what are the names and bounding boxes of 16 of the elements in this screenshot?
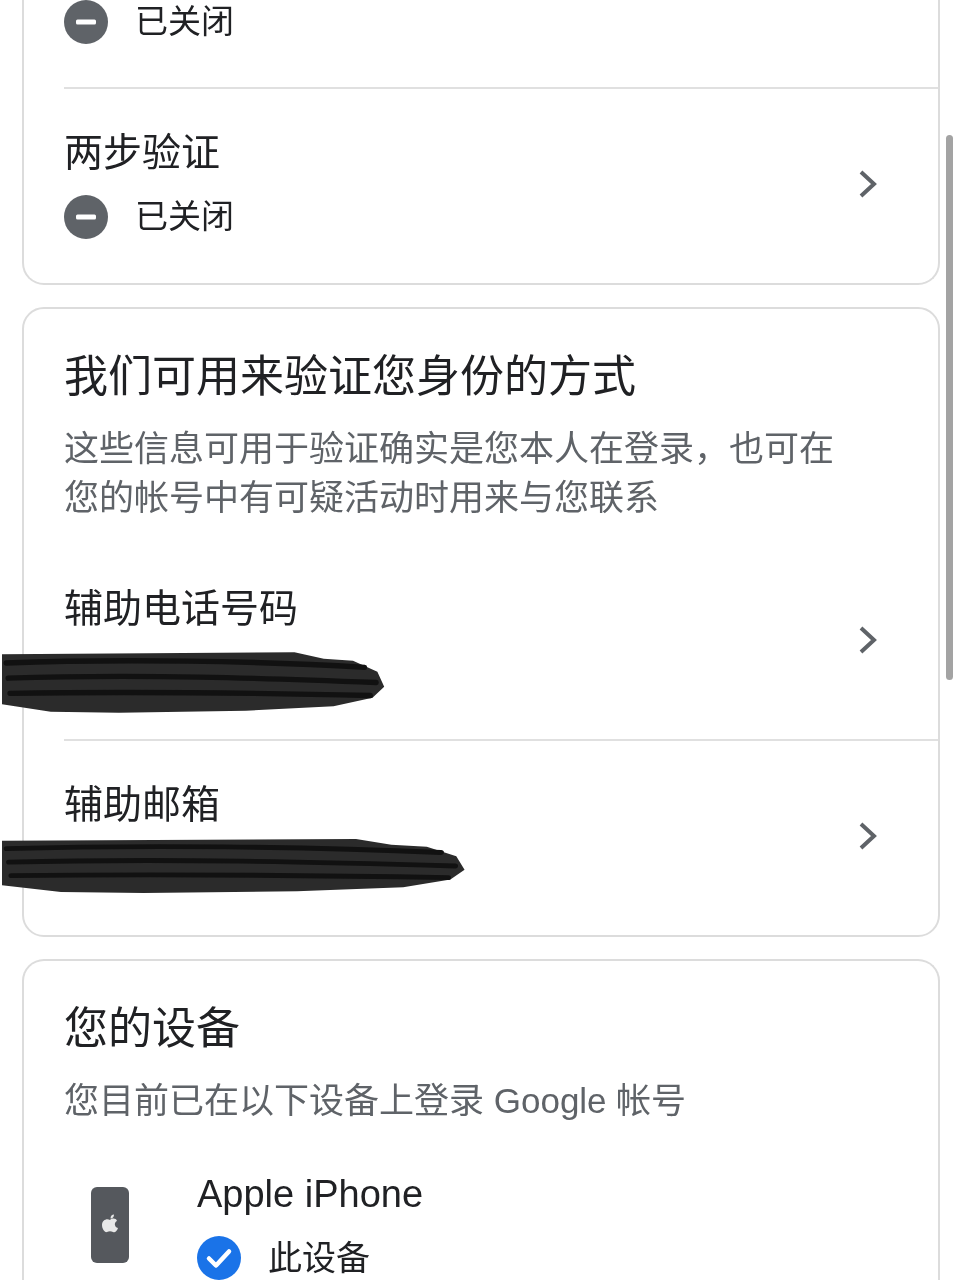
scrollbar-thumb[interactable] (946, 135, 953, 680)
chevron-right-icon[interactable] (858, 169, 878, 199)
setting-title: 辅助电话号码 (64, 586, 299, 632)
status-text: 已关闭 (135, 2, 234, 42)
setting-title: 两步验证 (64, 130, 221, 176)
section-description: 这些信息可用于验证确实是您本人在登录，也可在您的帐号中有可疑活动时用来与您联系 (64, 428, 835, 519)
section-description: 您目前已在以下设备上登录 Google 帐号 (64, 1080, 688, 1122)
status-text: 已关闭 (135, 197, 234, 237)
section-title: 我们可用来验证您身份的方式 (64, 351, 637, 403)
section-title: 您的设备 (64, 1003, 241, 1055)
phone-icon (91, 1187, 129, 1263)
setting-title: 辅助邮箱 (64, 782, 221, 828)
chevron-right-icon[interactable] (858, 821, 878, 851)
device-status-text: 此设备 (268, 1238, 370, 1279)
device-name: Apple iPhone (197, 1172, 424, 1217)
chevron-right-icon[interactable] (858, 625, 878, 655)
